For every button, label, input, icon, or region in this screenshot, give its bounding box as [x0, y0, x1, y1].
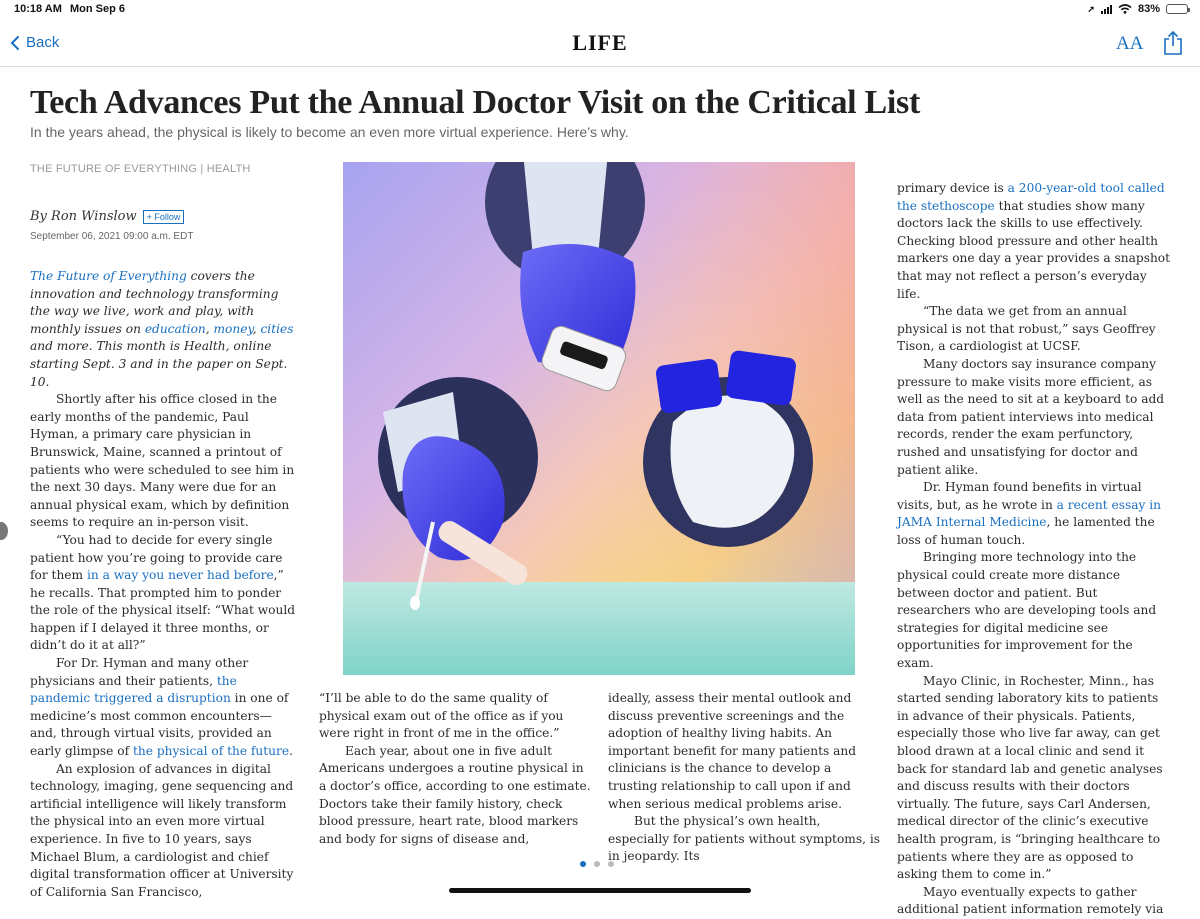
body-paragraph: “I’ll be able to do the same quality of … — [319, 691, 564, 741]
article-column-4: primary device is a 200-year-old tool ca… — [897, 180, 1172, 919]
body-paragraph: Mayo Clinic, in Rochester, Minn., has st… — [897, 673, 1163, 882]
body-paragraph: primary device is a 200-year-old tool ca… — [897, 180, 1172, 303]
body-paragraph: But the physical’s own health, especiall… — [608, 814, 881, 864]
body-paragraph: “You had to decide for every single pati… — [30, 532, 298, 655]
page-dot[interactable] — [608, 861, 614, 867]
text-run: For Dr. Hyman and many other physicians … — [30, 656, 249, 688]
text-run: that studies show many doctors lack the … — [897, 198, 1171, 301]
text-run: primary device is — [897, 181, 1008, 195]
text-run: . — [289, 744, 293, 759]
link-future-of-everything[interactable]: The Future of Everything — [30, 269, 187, 283]
body-paragraph: ideally, assess their mental outlook and… — [608, 691, 857, 811]
article-column-2: “I’ll be able to do the same quality of … — [319, 690, 594, 848]
intro-comma: , — [205, 321, 214, 336]
page-dot[interactable] — [580, 861, 586, 867]
body-paragraph: An explosion of advances in digital tech… — [30, 761, 294, 899]
body-paragraph: Dr. Hyman found benefits in virtual visi… — [897, 479, 1172, 549]
body-paragraph: Shortly after his office closed in the e… — [30, 392, 295, 530]
page-indicator[interactable] — [580, 861, 614, 867]
status-date: Mon Sep 6 — [70, 3, 126, 15]
battery-icon — [1166, 4, 1190, 14]
intro-text: and more. This month is Health, online s… — [30, 339, 288, 389]
body-paragraph: Bringing more technology into the physic… — [897, 550, 1157, 671]
battery-percentage: 83% — [1137, 3, 1160, 15]
publish-date: September 06, 2021 09:00 a.m. EDT — [30, 231, 194, 242]
article-column-1: The Future of Everything covers the inno… — [30, 268, 298, 901]
link-cities[interactable]: cities — [260, 322, 293, 336]
link-physical-of-the-future[interactable]: the physical of the future — [133, 744, 289, 758]
body-paragraph: Mayo eventually expects to gather additi… — [897, 884, 1164, 917]
article-column-3: ideally, assess their mental outlook and… — [608, 690, 883, 866]
link-education[interactable]: education — [145, 322, 206, 336]
location-icon: ➚ — [1087, 3, 1095, 14]
author-name[interactable]: By Ron Winslow — [30, 209, 137, 224]
follow-button[interactable]: + Follow — [142, 209, 185, 224]
byline: By Ron Winslow + Follow — [30, 209, 185, 224]
share-icon — [1164, 30, 1182, 55]
status-indicators: ➚ 83% — [1087, 3, 1190, 15]
hero-illustration — [343, 162, 855, 675]
section-label: THE FUTURE OF EVERYTHING | HEALTH — [30, 163, 251, 175]
wifi-icon — [1118, 4, 1132, 14]
article-headline: Tech Advances Put the Annual Doctor Visi… — [30, 84, 921, 121]
link-in-a-way-you-never-had-before[interactable]: in a way you never had before — [87, 568, 274, 582]
body-paragraph: “The data we get from an annual physical… — [897, 304, 1156, 354]
body-paragraph: For Dr. Hyman and many other physicians … — [30, 655, 298, 761]
edge-handle[interactable] — [0, 522, 8, 540]
body-paragraph: Many doctors say insurance company press… — [897, 356, 1165, 477]
cellular-signal-icon — [1100, 4, 1112, 14]
status-time: 10:18 AM — [14, 3, 62, 15]
body-paragraph: Each year, about one in five adult Ameri… — [319, 743, 591, 846]
home-indicator[interactable] — [449, 888, 751, 893]
article-dek: In the years ahead, the physical is like… — [30, 124, 629, 140]
text-size-button[interactable]: AA — [1116, 33, 1143, 55]
link-money[interactable]: money — [214, 322, 253, 336]
publication-logo: LIFE — [572, 30, 628, 55]
intro-paragraph: The Future of Everything covers the inno… — [30, 268, 298, 391]
share-button[interactable] — [1162, 30, 1184, 60]
page-dot[interactable] — [594, 861, 600, 867]
